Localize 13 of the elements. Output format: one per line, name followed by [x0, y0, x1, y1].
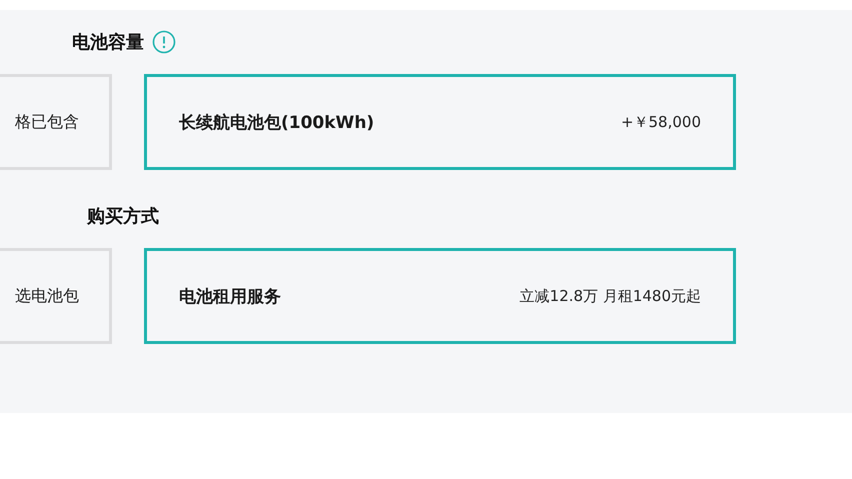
option-card[interactable]: 格已包含: [0, 74, 112, 170]
section-title: 电池容量: [72, 31, 144, 54]
option-label: 电池租用服务: [179, 286, 281, 308]
option-label: 长续航电池包(100kWh): [179, 112, 374, 134]
option-card[interactable]: 长续航电池包(100kWh) +￥58,000: [144, 74, 736, 170]
option-price: 立减12.8万 月租1480元起: [520, 286, 701, 306]
option-price: +￥58,000: [620, 112, 701, 132]
info-icon[interactable]: [152, 30, 176, 54]
option-card[interactable]: 电池租用服务 立减12.8万 月租1480元起: [144, 248, 736, 344]
option-card[interactable]: 选电池包: [0, 248, 112, 344]
option-label: 格已包含: [15, 112, 79, 132]
option-label: 选电池包: [15, 286, 79, 306]
section-title: 购买方式: [87, 205, 159, 228]
